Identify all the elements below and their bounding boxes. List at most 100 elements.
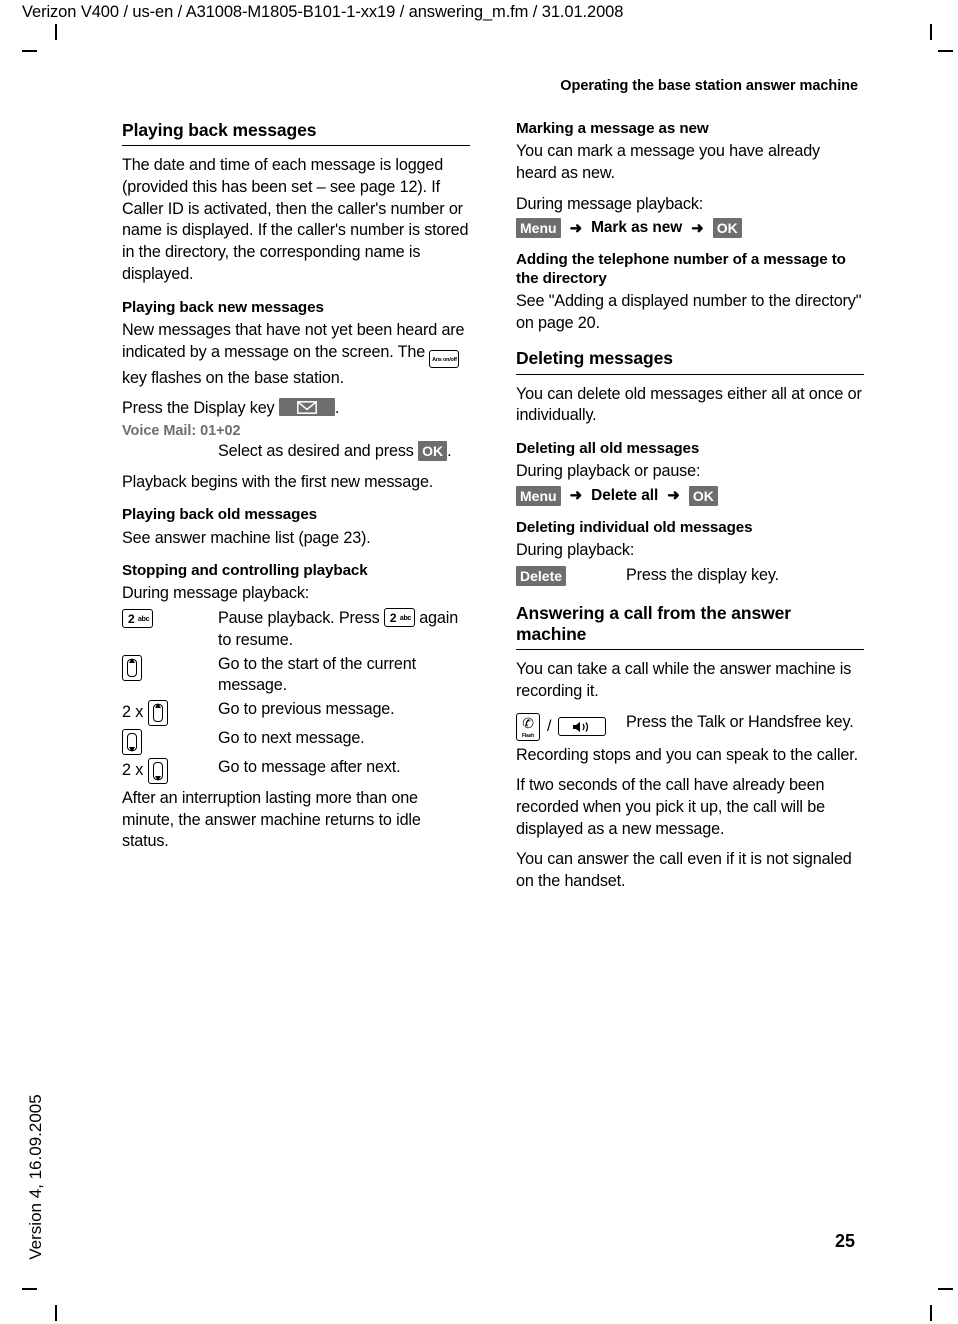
playing-back-intro-paragraph: The date and time of each message is log…: [122, 156, 469, 283]
step-description-next-message: Go to next message.: [218, 729, 365, 747]
new-messages-text-a: New messages that have not yet been hear…: [122, 320, 465, 361]
marking-body-paragraph: You can mark a message you have already …: [516, 142, 820, 182]
step-row-message-after-next: 2 x Go to message after next.: [122, 757, 470, 784]
crop-mark-top-right-horizontal: [938, 50, 953, 52]
step-row-previous-message: 2 x Go to previous message.: [122, 699, 470, 726]
step-cue-talk-handsfree-keys: ✆ Flash /: [516, 712, 626, 741]
press-display-key-period: .: [334, 399, 340, 418]
step-description-start-of-message: Go to the start of the current message.: [218, 654, 416, 695]
multiplier-label-2x-down: 2 x: [122, 761, 144, 780]
handset-icon: ✆: [522, 714, 534, 731]
handsfree-key-icon: [558, 717, 607, 737]
page-number: 25: [835, 1231, 856, 1251]
menu-item-delete-all[interactable]: Delete all: [591, 487, 658, 505]
subsection-playing-back-old-messages: Playing back old messages: [122, 506, 318, 524]
key-2-abc-icon-inline: 2 abc: [383, 608, 415, 628]
subsection-deleting-individual-old-messages: Deleting individual old messages: [516, 518, 753, 536]
arrow-right-icon-3: ➜: [569, 487, 583, 505]
press-display-key-paragraph: Press the Display key .: [122, 398, 470, 420]
step-row-talk-handsfree: ✆ Flash / Press the Talk or Handsfree ke…: [516, 712, 864, 741]
old-messages-paragraph: See answer machine list (page 23).: [122, 528, 371, 547]
new-messages-paragraph: New messages that have not yet been hear…: [122, 320, 470, 389]
left-column: Playing back messages The date and time …: [122, 120, 470, 862]
step-cue-delete-softkey: Delete: [516, 565, 626, 586]
ok-softkey-1[interactable]: OK: [418, 440, 448, 461]
delete-individual-lead: During playback:: [516, 541, 635, 560]
menu-item-mark-as-new[interactable]: Mark as new: [591, 219, 682, 237]
nav-down-key-icon-2: [148, 758, 169, 784]
subsection-stopping-and-controlling-playback: Stopping and controlling playback: [122, 562, 368, 580]
section-title-deleting-messages: Deleting messages: [516, 348, 864, 375]
subsection-playing-back-new-messages: Playing back new messages: [122, 298, 324, 316]
crop-mark-top-left-horizontal: [22, 50, 37, 52]
subsection-adding-number-to-directory: Adding the telephone number of a message…: [516, 251, 846, 287]
interruption-paragraph: After an interruption lasting more than …: [122, 789, 421, 851]
new-messages-text-b: key flashes on the base station.: [122, 368, 344, 387]
subsection-marking-a-message-as-new: Marking a message as new: [516, 120, 709, 137]
step-description-message-after-next: Go to message after next.: [218, 758, 401, 776]
adding-body-paragraph: See "Adding a displayed number to the di…: [516, 291, 862, 332]
answering-body-4: You can answer the call even if it is no…: [516, 850, 852, 891]
step-row-start-of-message: Go to the start of the current message.: [122, 654, 470, 697]
voice-mail-label: Voice Mail: 01+02: [122, 422, 241, 439]
nav-up-key-icon: [122, 654, 142, 681]
step-row-pause: 2 abc Pause playback. Press 2 abc again to…: [122, 608, 470, 651]
step-cue-nav-down-2: 2 x: [122, 757, 218, 784]
crop-mark-bottom-left-vertical: [55, 1305, 57, 1321]
answer-machine-key-icon: Ans on/off: [429, 349, 460, 368]
crop-mark-top-left-vertical: [55, 24, 57, 40]
right-column: Marking a message as new You can mark a …: [516, 120, 864, 902]
step-description-previous-message: Go to previous message.: [218, 700, 395, 718]
step-cue-nav-up-2: 2 x: [122, 699, 218, 726]
menu-path-mark-as-new: Menu ➜ Mark as new ➜ OK: [516, 218, 864, 239]
arrow-right-icon-1: ➜: [569, 219, 583, 237]
step-cue-nav-up-1: [122, 654, 218, 681]
multiplier-label-2x-up: 2 x: [122, 703, 144, 722]
delete-softkey[interactable]: Delete: [516, 565, 567, 586]
subsection-deleting-all-old-messages: Deleting all old messages: [516, 439, 700, 457]
talk-key-icon: ✆ Flash: [516, 712, 540, 741]
step-cue-key-2: 2 abc: [122, 608, 218, 629]
envelope-icon: [296, 401, 317, 415]
section-title-playing-back-messages: Playing back messages: [122, 120, 470, 147]
answering-body-1: You can take a call while the answer mac…: [516, 660, 852, 700]
key-2-abc-icon: 2 abc: [122, 609, 153, 629]
answering-body-2: Recording stops and you can speak to the…: [516, 745, 858, 764]
step-cue-nav-down-1: [122, 728, 218, 755]
during-playback-lead: During message playback:: [122, 584, 310, 603]
menu-softkey-2[interactable]: Menu: [516, 485, 561, 506]
select-as-desired-line: Select as desired and press OK.: [122, 440, 470, 463]
deleting-body-paragraph: You can delete old messages either all a…: [516, 384, 862, 425]
select-line-period: .: [447, 441, 452, 460]
section-title-answering-a-call: Answering a call from the answer machine: [516, 603, 864, 651]
chapter-running-header: Operating the base station answer machin…: [560, 78, 858, 94]
menu-softkey-1[interactable]: Menu: [516, 218, 561, 239]
crop-mark-bottom-left-horizontal: [22, 1288, 37, 1290]
select-as-desired-text: Select as desired and press: [218, 441, 419, 460]
step-row-delete-display-key: Delete Press the display key.: [516, 565, 864, 587]
nav-down-key-icon: [122, 729, 142, 755]
crop-mark-top-right-vertical: [930, 24, 932, 40]
delete-all-lead: During playback or pause:: [516, 462, 701, 481]
ok-softkey-3[interactable]: OK: [688, 485, 718, 506]
speaker-icon: [559, 720, 605, 736]
step-description-press-display-key: Press the display key.: [626, 565, 779, 584]
marking-lead: During message playback:: [516, 194, 704, 213]
step-description-pause: Pause playback. Press 2 abc again to resu…: [218, 608, 470, 651]
answering-body-3: If two seconds of the call have already …: [516, 776, 825, 838]
step-row-next-message: Go to next message.: [122, 728, 470, 755]
display-key-envelope-icon: [278, 398, 335, 417]
ok-softkey-2[interactable]: OK: [712, 218, 742, 239]
talk-key-flash-label: Flash: [521, 732, 535, 739]
document-path-header: Verizon V400 / us-en / A31008-M1805-B101…: [22, 3, 624, 21]
speaker-glyph: [573, 722, 589, 733]
key-separator-slash: /: [547, 717, 552, 735]
arrow-right-icon-2: ➜: [691, 219, 704, 237]
menu-path-delete-all: Menu ➜ Delete all ➜ OK: [516, 485, 864, 506]
press-display-key-text: Press the Display key: [122, 399, 279, 418]
step-description-talk-handsfree: Press the Talk or Handsfree key.: [626, 712, 854, 731]
version-side-text: Version 4, 16.09.2005: [26, 1094, 45, 1260]
pause-text-a: Pause playback. Press: [218, 609, 384, 628]
crop-mark-bottom-right-horizontal: [938, 1288, 953, 1290]
playback-begins-paragraph: Playback begins with the first new messa…: [122, 472, 434, 491]
